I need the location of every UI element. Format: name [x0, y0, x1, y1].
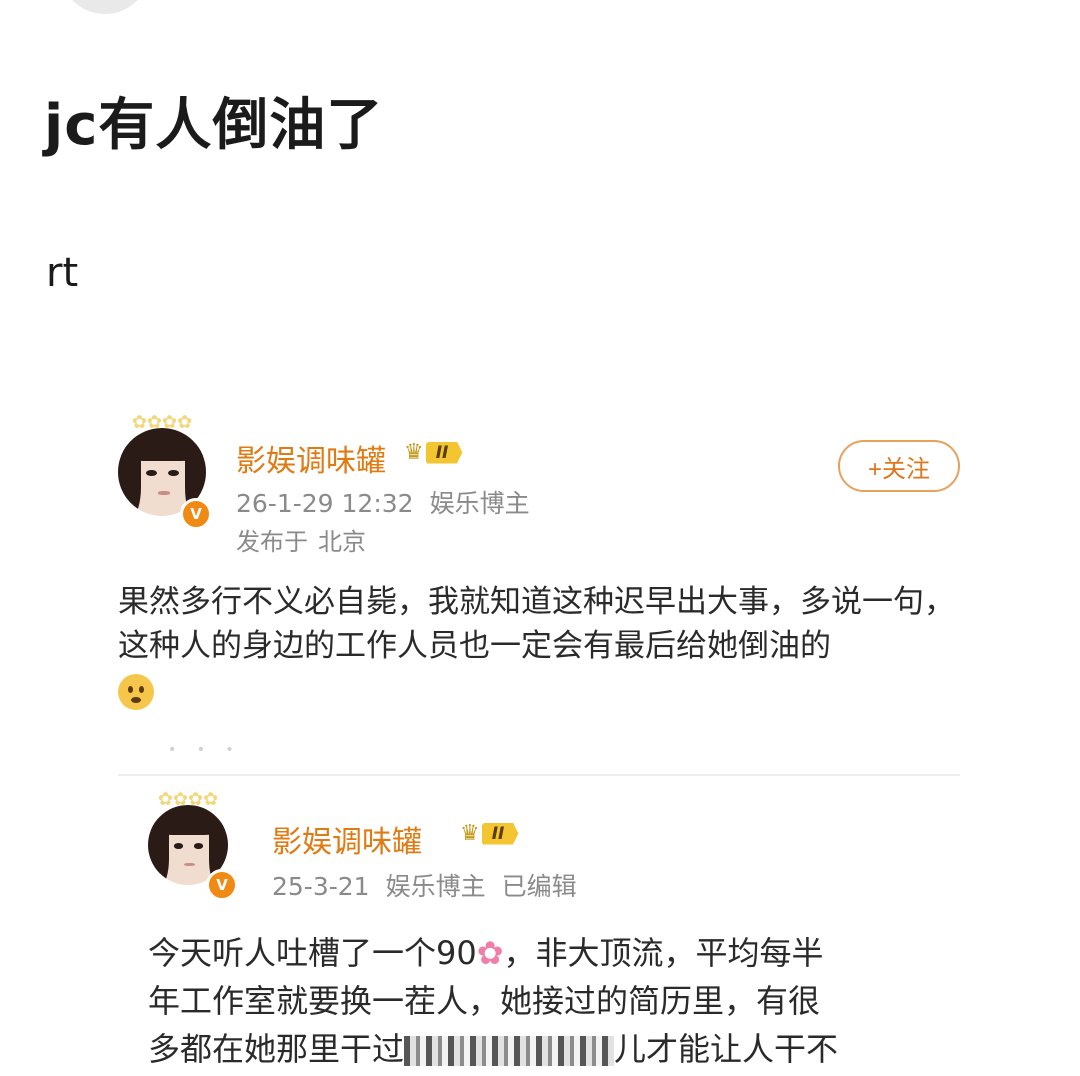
top-avatar[interactable] — [60, 0, 150, 14]
post-meta: 25-3-21 娱乐博主 已编辑 — [272, 867, 577, 903]
follow-button[interactable]: +关注 — [838, 440, 960, 492]
user-tag: 娱乐博主 — [429, 489, 530, 518]
timestamp: 25-3-21 — [272, 872, 370, 901]
edited-label: 已编辑 — [501, 872, 577, 901]
divider — [118, 774, 960, 776]
weibo-post-card[interactable]: ✿✿✿✿ V 影娱调味罐 ♛ II +关注 26-1-29 12:32 娱乐博主 … — [118, 412, 968, 778]
cherry-blossom-icon: ✿ — [476, 934, 504, 972]
avatar[interactable]: ✿✿✿✿ V — [118, 412, 212, 530]
post-title: jc有人倒油了 — [44, 93, 384, 158]
post-body: rt — [46, 250, 79, 296]
avatar[interactable]: ✿✿✿✿ V — [148, 789, 238, 901]
location-prefix: 发布于 — [236, 528, 308, 556]
post-location: 发布于 北京 — [236, 522, 366, 557]
vip-level-badge: ♛ II — [404, 440, 463, 465]
level-badge: II — [425, 441, 463, 464]
text-line: ，非大顶流，平均每半 — [503, 934, 824, 972]
vip-level-badge: ♛ II — [460, 821, 519, 846]
text-line: 儿才能让人干不 — [614, 1030, 839, 1068]
timestamp: 26-1-29 12:32 — [236, 489, 414, 518]
post-text: 今天听人吐槽了一个90✿，非大顶流，平均每半 年工作室就要换一茬人，她接过的简历… — [148, 929, 948, 1073]
more-dots: • • • — [168, 742, 242, 758]
level-badge: II — [481, 822, 519, 845]
crown-icon: ♛ — [404, 440, 424, 465]
location: 北京 — [318, 528, 366, 556]
username[interactable]: 影娱调味罐 — [272, 817, 422, 861]
quoted-post-card[interactable]: ✿✿✿✿ V 影娱调味罐 ♛ II 25-3-21 娱乐博主 已编辑 今天听人吐槽了… — [148, 789, 968, 1076]
post-text-content: 果然多行不义必自毙，我就知道这种迟早出大事，多说一句，这种人的身边的工作人员也一… — [118, 584, 955, 664]
text-line: 多都在她那里干过 — [148, 1030, 405, 1068]
post-meta: 26-1-29 12:32 娱乐博主 — [236, 484, 530, 520]
user-tag: 娱乐博主 — [385, 872, 486, 901]
username[interactable]: 影娱调味罐 — [236, 436, 386, 480]
verified-icon: V — [206, 869, 238, 901]
frowning-face-icon — [118, 673, 154, 710]
post-text: 果然多行不义必自毙，我就知道这种迟早出大事，多说一句，这种人的身边的工作人员也一… — [118, 580, 960, 712]
censored-block — [404, 1036, 615, 1066]
text-line: 年工作室就要换一茬人，她接过的简历里，有很 — [148, 982, 821, 1020]
text-line: 今天听人吐槽了一个90 — [148, 934, 477, 972]
verified-icon: V — [180, 498, 212, 530]
crown-icon: ♛ — [460, 821, 480, 846]
